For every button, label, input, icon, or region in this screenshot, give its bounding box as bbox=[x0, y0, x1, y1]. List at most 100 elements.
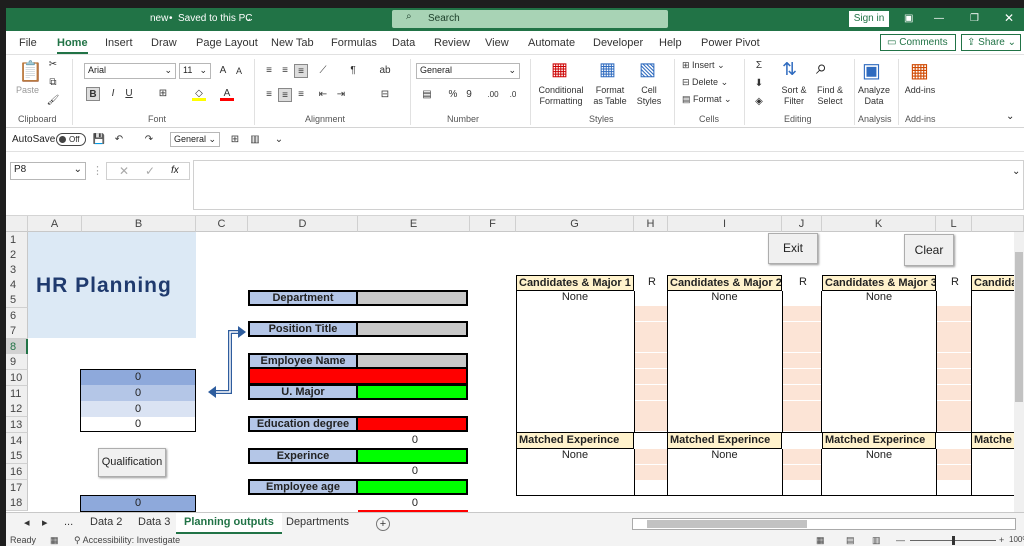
font-size-select[interactable]: 11 ⌄ bbox=[179, 63, 211, 79]
tab-data-2[interactable]: Data 2 bbox=[90, 516, 122, 528]
italic-icon[interactable]: I bbox=[106, 87, 120, 101]
column-header[interactable]: J bbox=[782, 216, 822, 232]
restore-icon[interactable]: ❐ bbox=[970, 13, 979, 24]
find-select-button[interactable]: Find & Select bbox=[812, 85, 848, 107]
horizontal-scrollbar[interactable] bbox=[632, 518, 1016, 530]
percent-icon[interactable]: % bbox=[446, 88, 460, 102]
orientation-icon[interactable]: ⟋ bbox=[316, 64, 330, 78]
cell-b12[interactable]: 0 bbox=[81, 401, 195, 417]
row-header[interactable]: 13 bbox=[6, 417, 28, 433]
save-icon[interactable]: 💾 bbox=[92, 133, 106, 147]
row-header[interactable]: 5 bbox=[6, 292, 28, 308]
row-header[interactable]: 9 bbox=[6, 354, 28, 370]
column-header[interactable]: I bbox=[668, 216, 782, 232]
decrease-indent-icon[interactable]: ⇤ bbox=[316, 88, 330, 102]
paste-button[interactable]: Paste bbox=[16, 85, 39, 96]
candidate-1-value[interactable]: None bbox=[516, 291, 634, 303]
increase-decimal-icon[interactable]: .00 bbox=[486, 88, 500, 102]
format-painter-icon[interactable]: 🖌 bbox=[46, 94, 60, 108]
fill-icon[interactable]: ⬇ bbox=[752, 77, 766, 91]
row-header[interactable]: 4 bbox=[6, 277, 28, 293]
align-center-icon[interactable]: ≡ bbox=[278, 88, 292, 102]
tab-departments[interactable]: Departments bbox=[286, 516, 349, 528]
tab-developer[interactable]: Developer bbox=[593, 37, 643, 49]
select-all-corner[interactable] bbox=[6, 216, 28, 232]
rtl-icon[interactable]: ¶ bbox=[346, 64, 360, 78]
macro-icon[interactable]: ▦ bbox=[50, 535, 59, 546]
accounting-icon[interactable]: ▤ bbox=[420, 88, 434, 102]
exit-button[interactable]: Exit bbox=[768, 233, 818, 264]
row-header[interactable]: 2 bbox=[6, 247, 28, 263]
chart-icon[interactable]: ▥ bbox=[248, 133, 262, 147]
tab-new-tab[interactable]: New Tab bbox=[271, 37, 314, 49]
close-icon[interactable]: ✕ bbox=[1004, 11, 1014, 25]
sort-filter-icon[interactable]: ⇅ bbox=[782, 59, 797, 80]
comma-icon[interactable]: 9 bbox=[462, 88, 476, 102]
column-header[interactable]: K bbox=[822, 216, 936, 232]
row-header[interactable]: 3 bbox=[6, 262, 28, 278]
tab-more[interactable]: ... bbox=[64, 516, 73, 528]
autosave-toggle[interactable]: Off bbox=[56, 133, 86, 146]
search-box[interactable]: ⌕ Search bbox=[392, 10, 668, 28]
employee-name-value[interactable] bbox=[358, 353, 468, 369]
underline-icon[interactable]: U bbox=[122, 87, 136, 101]
tab-automate[interactable]: Automate bbox=[528, 37, 575, 49]
sort-filter-button[interactable]: Sort & Filter bbox=[776, 85, 812, 107]
analyze-data-icon[interactable]: ▣ bbox=[862, 58, 881, 83]
column-header[interactable]: H bbox=[634, 216, 668, 232]
tab-home[interactable]: Home bbox=[57, 37, 88, 54]
ribbon-display-icon[interactable]: ▣ bbox=[904, 13, 913, 24]
cell-e14[interactable]: 0 bbox=[358, 434, 466, 446]
clear-icon[interactable]: ◈ bbox=[752, 95, 766, 109]
page-layout-view-icon[interactable]: ▤ bbox=[846, 535, 855, 546]
clear-button[interactable]: Clear bbox=[904, 234, 954, 266]
delete-cells-button[interactable]: ⊟ Delete ⌄ bbox=[682, 77, 728, 88]
tab-data[interactable]: Data bbox=[392, 37, 415, 49]
row-header[interactable]: 1 bbox=[6, 232, 28, 248]
collapse-ribbon-icon[interactable]: ⌄ bbox=[1006, 111, 1014, 122]
cell-b13[interactable]: 0 bbox=[81, 417, 195, 431]
align-top-icon[interactable]: ≡ bbox=[262, 64, 276, 78]
tab-file[interactable]: File bbox=[19, 37, 37, 49]
share-button[interactable]: ⇪ Share ⌄ bbox=[961, 34, 1021, 51]
analyze-data-button[interactable]: Analyze Data bbox=[856, 85, 892, 107]
vertical-scrollbar[interactable] bbox=[1014, 232, 1024, 512]
insert-function-icon[interactable]: fx bbox=[171, 165, 179, 176]
department-value[interactable] bbox=[358, 290, 468, 306]
align-bottom-icon[interactable]: ≡ bbox=[294, 64, 308, 78]
cell-styles-icon[interactable]: ▧ bbox=[639, 59, 656, 80]
column-header[interactable]: A bbox=[28, 216, 82, 232]
tab-planning-outputs[interactable]: Planning outputs bbox=[176, 513, 282, 534]
tab-insert[interactable]: Insert bbox=[105, 37, 133, 49]
name-box[interactable]: P8 ⌄ bbox=[10, 162, 86, 180]
u-major-value[interactable] bbox=[358, 384, 468, 400]
zoom-slider-thumb[interactable] bbox=[952, 536, 955, 545]
column-header[interactable]: C bbox=[196, 216, 248, 232]
education-degree-value[interactable] bbox=[358, 416, 468, 432]
worksheet-grid[interactable]: A B C D E F G H I J K L 1 2 3 4 5 6 7 8 … bbox=[6, 216, 1024, 512]
bold-icon[interactable]: B bbox=[86, 87, 100, 101]
enter-icon[interactable]: ✓ bbox=[145, 164, 155, 178]
qualification-button[interactable]: Qualification bbox=[98, 448, 166, 477]
position-title-value[interactable] bbox=[358, 321, 468, 337]
cell-e16[interactable]: 0 bbox=[358, 465, 466, 477]
column-header[interactable]: D bbox=[248, 216, 358, 232]
add-ins-icon[interactable]: ▦ bbox=[910, 58, 929, 83]
save-status[interactable]: Saved to this PC bbox=[178, 13, 252, 24]
row-header[interactable]: 7 bbox=[6, 323, 28, 339]
cell-b11[interactable]: 0 bbox=[81, 385, 195, 401]
row-header[interactable]: 10 bbox=[6, 370, 28, 386]
add-ins-button[interactable]: Add-ins bbox=[902, 85, 938, 96]
tab-help[interactable]: Help bbox=[659, 37, 682, 49]
table-icon[interactable]: ⊞ bbox=[228, 133, 242, 147]
number-format-select[interactable]: General ⌄ bbox=[416, 63, 520, 79]
candidate-3-value[interactable]: None bbox=[822, 291, 936, 303]
row-header[interactable]: 16 bbox=[6, 464, 28, 480]
wrap-text-icon[interactable]: ab bbox=[378, 64, 392, 78]
insert-cells-button[interactable]: ⊞ Insert ⌄ bbox=[682, 60, 725, 71]
borders-icon[interactable]: ⊞ bbox=[156, 87, 170, 101]
merge-center-icon[interactable]: ⊟ bbox=[378, 88, 392, 102]
conditional-formatting-button[interactable]: Conditional Formatting bbox=[534, 85, 588, 107]
autosum-icon[interactable]: Σ bbox=[752, 59, 766, 73]
horizontal-scroll-thumb[interactable] bbox=[647, 520, 807, 528]
